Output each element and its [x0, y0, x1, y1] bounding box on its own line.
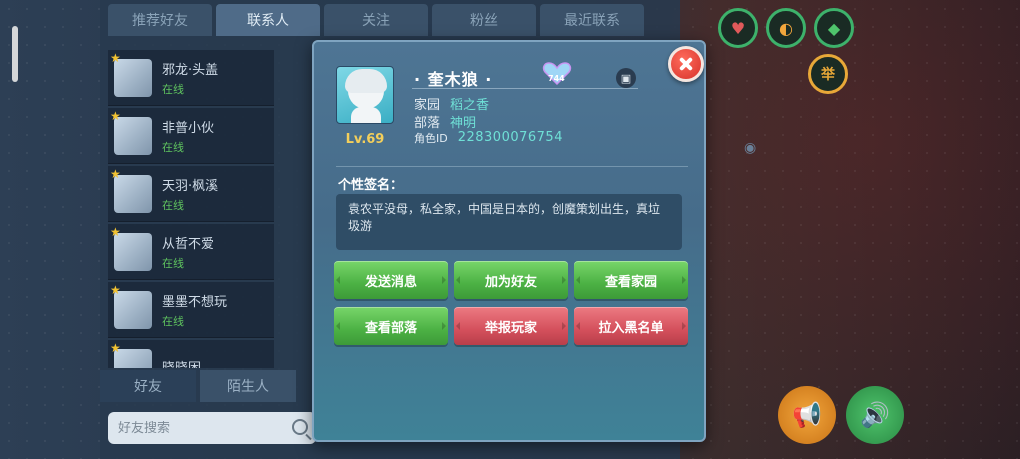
voice-icon[interactable]: 🔊 — [846, 386, 904, 444]
friend-status: 在线 — [162, 82, 184, 96]
list-item[interactable]: 非普小伙在线 — [108, 108, 274, 164]
divider — [336, 166, 688, 167]
search-icon[interactable] — [292, 419, 308, 435]
friend-status: 在线 — [162, 256, 184, 270]
role-id-row: 角色ID 228300076754 — [414, 130, 563, 146]
friend-name: 天羽·枫溪 — [162, 178, 219, 194]
friend-status: 在线 — [162, 198, 184, 212]
level-label: Lv.69 — [345, 132, 385, 147]
close-button[interactable] — [668, 46, 704, 82]
tribe-label: 部落 — [414, 116, 441, 131]
friend-status: 在线 — [162, 140, 184, 154]
list-item[interactable]: 晓晓困 — [108, 340, 274, 368]
view-tribe-button[interactable]: 查看部落 — [334, 307, 448, 345]
friend-name: 非普小伙 — [162, 120, 215, 136]
tribe-value: 神明 — [450, 116, 477, 131]
divider — [412, 88, 638, 89]
view-home-button[interactable]: 查看家园 — [574, 261, 688, 299]
avatar — [110, 167, 152, 213]
add-friend-button[interactable]: 加为好友 — [454, 261, 568, 299]
hunger-icon[interactable]: ◐ — [766, 8, 806, 48]
role-id-label: 角色ID — [414, 132, 448, 145]
tab-fans[interactable]: 粉丝 — [432, 4, 536, 36]
friend-name: 晓晓困 — [162, 360, 202, 369]
drawer-handle[interactable] — [12, 26, 18, 82]
list-item[interactable]: 邪龙·头盖在线 — [108, 50, 274, 106]
avatar[interactable] — [336, 66, 394, 124]
avatar — [110, 51, 152, 97]
tab-recommend[interactable]: 推荐好友 — [108, 4, 212, 36]
tab-follow[interactable]: 关注 — [324, 4, 428, 36]
avatar-body — [351, 107, 381, 123]
heart-count: 744 — [548, 74, 565, 83]
tribe-row: 部落 神明 — [414, 112, 476, 131]
signature-title: 个性签名： — [338, 178, 404, 193]
avatar — [110, 283, 152, 329]
heart-badge: 744 — [542, 62, 572, 86]
avatar — [110, 225, 152, 271]
friend-name: 墨墨不想玩 — [162, 294, 228, 310]
megaphone-icon[interactable]: 📢 — [778, 386, 836, 444]
water-icon[interactable]: ◆ — [814, 8, 854, 48]
report-player-button[interactable]: 举报玩家 — [454, 307, 568, 345]
home-row: 家园 稻之香 — [414, 94, 489, 113]
side-action-button[interactable]: 举 — [808, 54, 848, 94]
role-id-value: 228300076754 — [457, 130, 563, 145]
friend-name: 邪龙·头盖 — [162, 62, 219, 78]
status-icons: ♥ ◐ ◆ — [718, 8, 854, 48]
home-value: 稻之香 — [450, 98, 490, 113]
friend-list: 邪龙·头盖在线 非普小伙在线 天羽·枫溪在线 从哲不爱在线 墨墨不想玩在线 晓晓… — [108, 50, 274, 368]
home-label: 家园 — [414, 98, 441, 113]
signature-text: 袁农平没母，私全家，中国是日本的，创魔策划出生，真垃圾游 — [336, 194, 682, 250]
tab-recent[interactable]: 最近联系 — [540, 4, 644, 36]
copy-icon[interactable]: ▣ — [616, 68, 636, 88]
tab-strangers[interactable]: 陌生人 — [200, 370, 296, 402]
tab-contacts[interactable]: 联系人 — [216, 4, 320, 36]
send-message-button[interactable]: 发送消息 — [334, 261, 448, 299]
list-item[interactable]: 天羽·枫溪在线 — [108, 166, 274, 222]
player-profile-dialog: Lv.69 · 奎木狼 · 744 ▣ 家园 稻之香 部落 神明 角色ID 22… — [312, 40, 706, 442]
list-tabs: 好友 陌生人 — [100, 370, 296, 402]
avatar-hair — [345, 69, 387, 93]
search-input[interactable] — [118, 420, 278, 436]
friend-status: 在线 — [162, 314, 184, 328]
avatar — [110, 109, 152, 155]
tab-friends[interactable]: 好友 — [100, 370, 196, 402]
blacklist-button[interactable]: 拉入黑名单 — [574, 307, 688, 345]
player-name: · 奎木狼 · — [414, 70, 493, 89]
heart-icon[interactable]: ♥ — [718, 8, 758, 48]
search-box — [108, 412, 316, 444]
friend-name: 从哲不爱 — [162, 236, 215, 252]
list-item[interactable]: 从哲不爱在线 — [108, 224, 274, 280]
avatar — [110, 341, 152, 368]
social-tabs: 推荐好友 联系人 关注 粉丝 最近联系 — [108, 4, 644, 36]
list-item[interactable]: 墨墨不想玩在线 — [108, 282, 274, 338]
eye-icon: ◉ — [744, 140, 757, 156]
